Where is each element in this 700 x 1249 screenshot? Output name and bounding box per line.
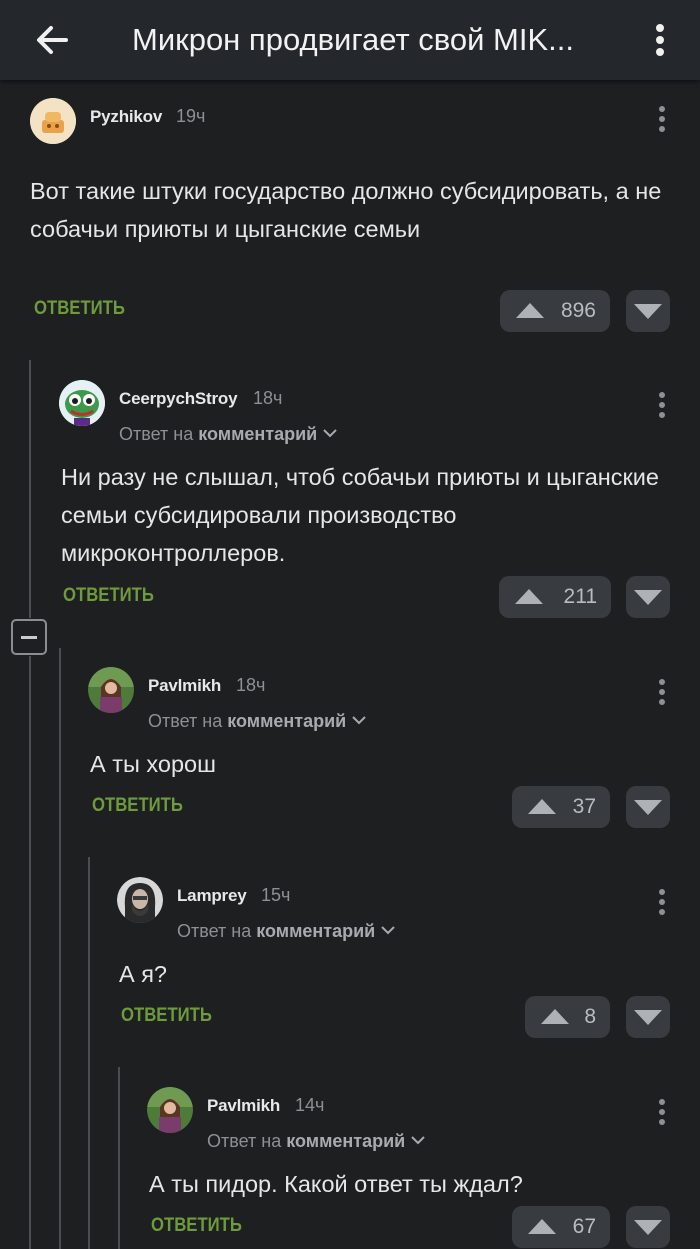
- comment-time: 15ч: [261, 885, 291, 905]
- comment-time: 18ч: [236, 675, 266, 695]
- avatar[interactable]: [59, 380, 105, 426]
- downvote-button[interactable]: [626, 1206, 670, 1248]
- comment-text: А ты пидор. Какой ответ ты ждал?: [149, 1171, 523, 1197]
- chevron-down-icon: [381, 926, 395, 935]
- reply-to-link[interactable]: Ответ на комментарий: [119, 424, 338, 445]
- reply-button[interactable]: ОТВЕТИТЬ: [121, 1005, 212, 1027]
- comment-time: 18ч: [253, 388, 283, 408]
- chevron-down-icon: [352, 716, 366, 725]
- reply-button[interactable]: ОТВЕТИТЬ: [34, 298, 125, 320]
- thread-line[interactable]: [59, 648, 61, 1249]
- reply-to-target: комментарий: [198, 424, 318, 444]
- reply-to-prefix: Ответ на: [207, 1131, 282, 1151]
- reply-to-link[interactable]: Ответ на комментарий: [148, 711, 367, 732]
- upvote-button[interactable]: 37: [512, 786, 610, 828]
- page-title: Микрон продвигает свой MIK...: [132, 22, 575, 57]
- more-vertical-icon[interactable]: [656, 1097, 668, 1127]
- downvote-icon: [634, 1220, 662, 1235]
- upvote-icon: [541, 1009, 569, 1024]
- comment: Pyzhikov 19ч Вот такие штуки государство…: [30, 98, 700, 338]
- vote-count: 8: [584, 1005, 596, 1028]
- comment-author[interactable]: Pyzhikov: [90, 107, 162, 127]
- thread-line[interactable]: [29, 656, 31, 1249]
- reply-to-target: комментарий: [286, 1131, 406, 1151]
- comment: Pavlmikh 14ч Ответ на комментарий А ты п…: [147, 1087, 700, 1249]
- upvote-button[interactable]: 8: [525, 996, 610, 1038]
- upvote-button[interactable]: 67: [512, 1206, 610, 1248]
- vote-count: 211: [563, 585, 597, 608]
- more-vertical-icon[interactable]: [656, 104, 668, 134]
- thread-line[interactable]: [118, 1067, 120, 1249]
- downvote-button[interactable]: [626, 576, 670, 618]
- collapse-minus-icon[interactable]: [11, 619, 47, 655]
- downvote-icon: [634, 304, 662, 319]
- thread-line[interactable]: [29, 360, 31, 618]
- avatar[interactable]: [30, 98, 76, 144]
- upvote-button[interactable]: 211: [499, 576, 611, 618]
- reply-to-prefix: Ответ на: [119, 424, 194, 444]
- comment-author[interactable]: Pavlmikh: [207, 1096, 280, 1116]
- thread-line[interactable]: [88, 857, 90, 1249]
- comment-time: 19ч: [176, 106, 206, 126]
- vote-count: 896: [560, 299, 596, 322]
- vote-count: 37: [572, 795, 596, 818]
- more-vertical-icon[interactable]: [656, 677, 668, 707]
- reply-to-target: комментарий: [227, 711, 347, 731]
- downvote-icon: [634, 590, 662, 605]
- comment-author[interactable]: Lamprey: [177, 886, 247, 906]
- comment-time: 14ч: [295, 1095, 325, 1115]
- comment: CeerpychStroy 18ч Ответ на комментарий Н…: [59, 380, 700, 620]
- downvote-icon: [634, 800, 662, 815]
- avatar[interactable]: [117, 877, 163, 923]
- more-vertical-icon[interactable]: [640, 18, 680, 62]
- comment: Lamprey 15ч Ответ на комментарий А я? ОТ…: [117, 877, 700, 1047]
- comment-text: А я?: [119, 961, 167, 987]
- reply-to-link[interactable]: Ответ на комментарий: [177, 921, 396, 942]
- vote-count: 67: [572, 1215, 596, 1238]
- reply-button[interactable]: ОТВЕТИТЬ: [92, 795, 183, 817]
- back-arrow-icon[interactable]: [30, 18, 74, 62]
- comment-text: Вот такие штуки государство должно субси…: [30, 178, 662, 242]
- comment: Pavlmikh 18ч Ответ на комментарий А ты х…: [88, 667, 700, 837]
- upvote-icon: [515, 589, 543, 604]
- upvote-icon: [528, 1219, 556, 1234]
- more-vertical-icon[interactable]: [656, 390, 668, 420]
- comment-text: Ни разу не слышал, чтоб собачьи приюты и…: [61, 464, 659, 566]
- upvote-icon: [528, 799, 556, 814]
- comment-author[interactable]: Pavlmikh: [148, 676, 221, 696]
- downvote-button[interactable]: [626, 786, 670, 828]
- reply-to-prefix: Ответ на: [177, 921, 252, 941]
- upvote-button[interactable]: 896: [500, 290, 610, 332]
- chevron-down-icon: [411, 1136, 425, 1145]
- chevron-down-icon: [323, 429, 337, 438]
- downvote-button[interactable]: [626, 996, 670, 1038]
- reply-to-prefix: Ответ на: [148, 711, 223, 731]
- reply-button[interactable]: ОТВЕТИТЬ: [63, 585, 154, 607]
- avatar[interactable]: [88, 667, 134, 713]
- comment-text: А ты хорош: [90, 751, 216, 777]
- reply-to-link[interactable]: Ответ на комментарий: [207, 1131, 426, 1152]
- downvote-icon: [634, 1010, 662, 1025]
- upvote-icon: [516, 303, 544, 318]
- reply-to-target: комментарий: [256, 921, 376, 941]
- avatar[interactable]: [147, 1087, 193, 1133]
- comment-author[interactable]: CeerpychStroy: [119, 389, 238, 409]
- reply-button[interactable]: ОТВЕТИТЬ: [151, 1215, 242, 1237]
- downvote-button[interactable]: [626, 290, 670, 332]
- more-vertical-icon[interactable]: [656, 887, 668, 917]
- app-bar: Микрон продвигает свой MIK...: [0, 0, 700, 80]
